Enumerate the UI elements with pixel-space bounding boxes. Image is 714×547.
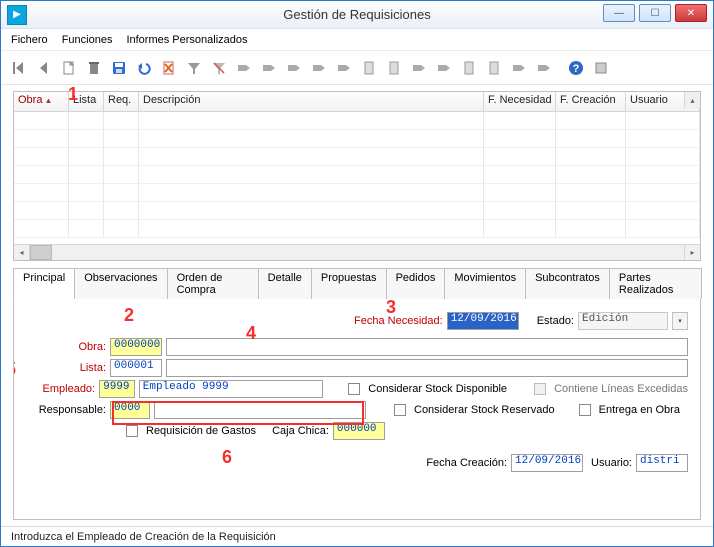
tab-propuestas[interactable]: Propuestas — [311, 268, 387, 299]
scroll-right-icon[interactable]: ▸ — [684, 245, 700, 260]
col-lista[interactable]: Lista — [69, 92, 104, 111]
menu-informes[interactable]: Informes Personalizados — [126, 34, 247, 46]
status-bar: Introduzca el Empleado de Creación de la… — [1, 526, 713, 546]
tool-tag5-icon[interactable] — [332, 56, 356, 80]
scroll-thumb[interactable] — [30, 245, 52, 260]
label-stock-disponible: Considerar Stock Disponible — [368, 383, 507, 395]
field-estado: Edición — [578, 312, 668, 330]
col-fcreacion[interactable]: F. Creación — [556, 92, 626, 111]
form-panel: 2 3 4 5 6 Fecha Necesidad: 12/09/2016 Es… — [13, 299, 701, 520]
label-fecha-necesidad: Fecha Necesidad: — [354, 315, 443, 327]
col-obra[interactable]: Obra▲ — [14, 92, 69, 111]
tool-new-icon[interactable] — [57, 56, 81, 80]
close-button[interactable]: ✕ — [675, 4, 707, 22]
label-stock-reservado: Considerar Stock Reservado — [414, 404, 555, 416]
chk-stock-reservado[interactable] — [394, 404, 406, 416]
menu-bar: Fichero Funciones Informes Personalizado… — [1, 29, 713, 51]
scroll-up-icon[interactable]: ▴ — [684, 92, 700, 108]
tool-doc4-icon[interactable] — [482, 56, 506, 80]
callout-5: 5 — [13, 359, 16, 380]
col-descripcion[interactable]: Descripción — [139, 92, 484, 111]
field-lista-desc[interactable] — [166, 359, 688, 377]
tool-first-icon[interactable] — [7, 56, 31, 80]
label-lista: Lista: — [26, 362, 106, 374]
tool-delete-icon[interactable] — [82, 56, 106, 80]
tab-partes-realizados[interactable]: Partes Realizados — [609, 268, 702, 299]
estado-dropdown-icon[interactable]: ▾ — [672, 312, 688, 330]
tool-doc1-icon[interactable] — [357, 56, 381, 80]
field-obra-code[interactable]: 0000000 — [110, 338, 162, 356]
tool-tag7-icon[interactable] — [432, 56, 456, 80]
label-estado: Estado: — [537, 315, 574, 327]
tool-tag6-icon[interactable] — [407, 56, 431, 80]
tab-orden-compra[interactable]: Orden de Compra — [167, 268, 259, 299]
tool-doc3-icon[interactable] — [457, 56, 481, 80]
tool-help-icon[interactable]: ? — [564, 56, 588, 80]
app-icon: ▶ — [7, 5, 27, 25]
tool-tag3-icon[interactable] — [282, 56, 306, 80]
label-empleado: Empleado: — [26, 383, 95, 395]
tool-filter-clear-icon[interactable] — [207, 56, 231, 80]
tab-detalle[interactable]: Detalle — [258, 268, 312, 299]
field-empleado-code[interactable]: 9999 — [99, 380, 135, 398]
tool-prev-icon[interactable] — [32, 56, 56, 80]
chk-req-gastos[interactable] — [126, 425, 138, 437]
tool-tag9-icon[interactable] — [532, 56, 556, 80]
field-lista-code[interactable]: 000001 — [110, 359, 162, 377]
minimize-button[interactable]: — — [603, 4, 635, 22]
tool-save-icon[interactable] — [107, 56, 131, 80]
tab-subcontratos[interactable]: Subcontratos — [525, 268, 610, 299]
label-lineas-excedidas: Contiene Líneas Excedidas — [554, 383, 688, 395]
h-scrollbar[interactable]: ◂ ▸ — [14, 244, 700, 260]
col-req[interactable]: Req. — [104, 92, 139, 111]
menu-funciones[interactable]: Funciones — [62, 34, 113, 46]
field-empleado-desc[interactable]: Empleado 9999 — [139, 380, 323, 398]
title-bar: ▶ Gestión de Requisiciones — ☐ ✕ — [1, 1, 713, 29]
chk-entrega-obra[interactable] — [579, 404, 591, 416]
tool-doc2-icon[interactable] — [382, 56, 406, 80]
tool-tag4-icon[interactable] — [307, 56, 331, 80]
field-usuario[interactable]: distri — [636, 454, 688, 472]
app-window: ▶ Gestión de Requisiciones — ☐ ✕ Fichero… — [0, 0, 714, 547]
menu-fichero[interactable]: Fichero — [11, 34, 48, 46]
scroll-left-icon[interactable]: ◂ — [14, 245, 30, 260]
data-grid[interactable]: Obra▲ Lista Req. Descripción F. Necesida… — [13, 91, 701, 261]
tool-config-icon[interactable] — [589, 56, 613, 80]
tab-movimientos[interactable]: Movimientos — [444, 268, 526, 299]
toolbar: ? — [1, 51, 713, 85]
col-fnecesidad[interactable]: F. Necesidad — [484, 92, 556, 111]
tool-tag1-icon[interactable] — [232, 56, 256, 80]
field-obra-desc[interactable] — [166, 338, 688, 356]
field-fecha-necesidad[interactable]: 12/09/2016 — [447, 312, 519, 330]
label-req-gastos: Requisición de Gastos — [146, 425, 256, 437]
content-area: Obra▲ Lista Req. Descripción F. Necesida… — [1, 85, 713, 526]
tool-filter-icon[interactable] — [182, 56, 206, 80]
tab-principal[interactable]: Principal — [13, 268, 75, 299]
grid-body[interactable] — [14, 112, 700, 244]
chk-lineas-excedidas — [534, 383, 546, 395]
maximize-button[interactable]: ☐ — [639, 4, 671, 22]
field-responsable-code[interactable]: 0000 — [110, 401, 150, 419]
label-responsable: Responsable: — [26, 404, 106, 416]
tool-tag2-icon[interactable] — [257, 56, 281, 80]
window-title: Gestión de Requisiciones — [283, 7, 430, 22]
field-responsable-desc[interactable] — [154, 401, 366, 419]
field-caja-chica[interactable]: 000000 — [333, 422, 385, 440]
label-entrega-obra: Entrega en Obra — [599, 404, 680, 416]
label-caja-chica: Caja Chica: — [272, 425, 329, 437]
label-fecha-creacion: Fecha Creación: — [426, 457, 507, 469]
chk-stock-disponible[interactable] — [348, 383, 360, 395]
tool-cancel-icon[interactable] — [157, 56, 181, 80]
tab-observaciones[interactable]: Observaciones — [74, 268, 167, 299]
grid-header: Obra▲ Lista Req. Descripción F. Necesida… — [14, 92, 700, 112]
svg-text:?: ? — [573, 63, 580, 75]
tool-undo-icon[interactable] — [132, 56, 156, 80]
field-fecha-creacion[interactable]: 12/09/2016 — [511, 454, 583, 472]
label-obra: Obra: — [26, 341, 106, 353]
status-text: Introduzca el Empleado de Creación de la… — [11, 531, 276, 543]
tab-strip: Principal Observaciones Orden de Compra … — [13, 267, 701, 299]
tab-pedidos[interactable]: Pedidos — [386, 268, 446, 299]
label-usuario: Usuario: — [591, 457, 632, 469]
tool-tag8-icon[interactable] — [507, 56, 531, 80]
